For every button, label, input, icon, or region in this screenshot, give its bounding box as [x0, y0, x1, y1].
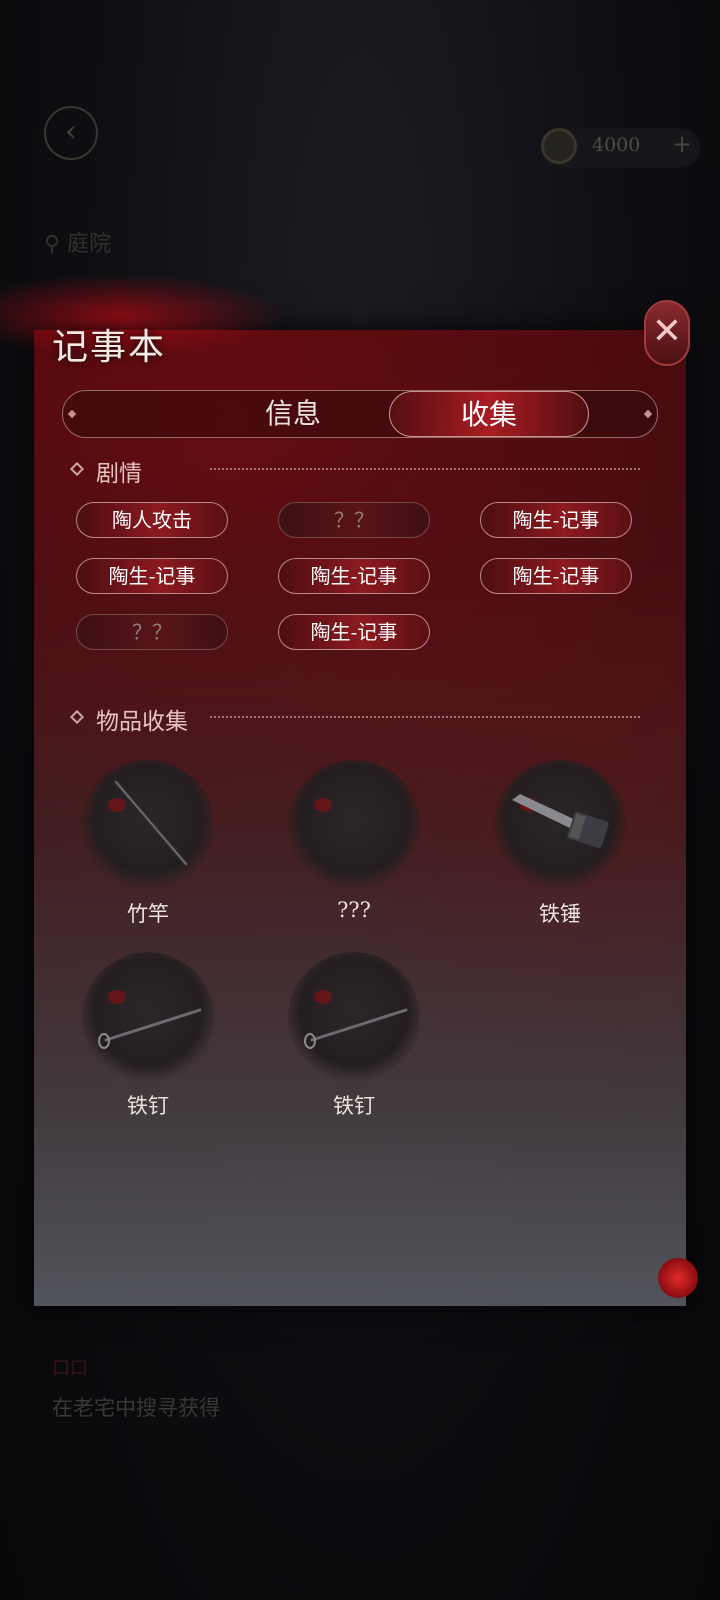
collect-item[interactable]: 竹竿	[52, 760, 232, 940]
item-name: 铁钉	[127, 1094, 169, 1118]
coin-icon	[541, 128, 577, 164]
bamboo-pole-icon	[113, 779, 189, 867]
flower-decoration	[658, 1258, 698, 1298]
tab-bar-ornament-right	[643, 409, 653, 419]
back-icon[interactable]: ‹	[44, 106, 98, 160]
tab-bar: 信息 收集	[62, 390, 658, 438]
story-item[interactable]: 陶生-记事	[480, 502, 632, 538]
item-name: 铁锤	[539, 902, 581, 926]
item-name: 竹竿	[127, 902, 169, 926]
tab-bar-ornament-left	[67, 409, 77, 419]
collect-item[interactable]: ???	[258, 760, 438, 940]
coin-amount: 4000	[592, 134, 641, 156]
item-name: ???	[337, 898, 371, 922]
section-divider	[210, 468, 640, 470]
items-section-header: 物品收集	[69, 702, 640, 735]
tab-info[interactable]: 信息	[193, 391, 393, 437]
collect-item[interactable]: 铁钉	[52, 952, 232, 1132]
item-backdrop	[288, 760, 420, 892]
story-item-locked[interactable]: ？？	[76, 614, 228, 650]
location-text: 庭院	[67, 232, 112, 257]
story-section-header: 剧情	[69, 454, 640, 487]
diamond-icon	[69, 461, 85, 477]
iron-hammer-icon	[512, 794, 609, 849]
iron-nail-icon	[98, 1008, 202, 1049]
location-label: ⚲ 庭院	[44, 232, 112, 257]
collect-item[interactable]: 铁钉	[258, 952, 438, 1132]
items-section-label: 物品收集	[96, 709, 188, 735]
story-item[interactable]: 陶生-记事	[278, 614, 430, 650]
iron-nail-icon	[304, 1008, 408, 1049]
story-item-locked[interactable]: ？？	[278, 502, 430, 538]
background-subtitle: 口口	[52, 1358, 88, 1379]
story-item[interactable]: 陶生-记事	[480, 558, 632, 594]
collect-item[interactable]: 铁锤	[464, 760, 644, 940]
background-description: 在老宅中搜寻获得	[52, 1396, 220, 1420]
section-divider	[210, 716, 640, 718]
story-section-label: 剧情	[96, 461, 142, 487]
close-button[interactable]: ✕	[644, 300, 690, 366]
item-name: 铁钉	[333, 1094, 375, 1118]
diamond-icon	[69, 709, 85, 725]
story-item[interactable]: 陶生-记事	[278, 558, 430, 594]
tab-collect[interactable]: 收集	[389, 391, 589, 437]
add-coin-button[interactable]: +	[672, 130, 692, 158]
notebook-title: 记事本	[52, 327, 167, 368]
story-item[interactable]: 陶人攻击	[76, 502, 228, 538]
story-item[interactable]: 陶生-记事	[76, 558, 228, 594]
